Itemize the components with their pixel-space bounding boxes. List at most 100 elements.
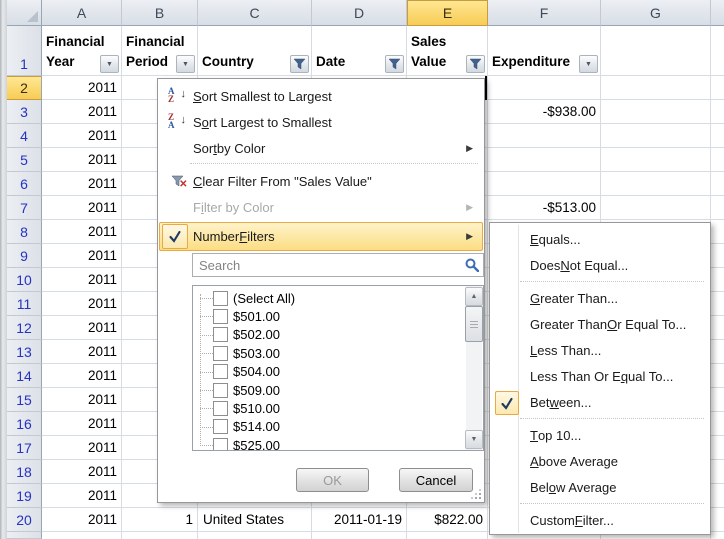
submenu-item-below-average[interactable]: Below Average	[492, 474, 708, 500]
cell-A2[interactable]: 2011	[42, 76, 122, 99]
submenu-item-above-average[interactable]: Above Average	[492, 448, 708, 474]
row-header-6[interactable]: 6	[7, 172, 42, 196]
value-checkbox[interactable]	[213, 346, 228, 361]
submenu-item-equals[interactable]: Equals...	[492, 226, 708, 252]
header-filter-button-D[interactable]	[385, 55, 404, 73]
cell-A3[interactable]: 2011	[42, 100, 122, 123]
header-dropdown-button-A[interactable]: ▼	[100, 55, 119, 73]
cell-A6[interactable]: 2011	[42, 172, 122, 195]
column-header-F[interactable]: F	[488, 0, 601, 26]
list-item[interactable]: $509.00	[193, 381, 466, 399]
row-header-14[interactable]: 14	[7, 364, 42, 388]
cell-A10[interactable]: 2011	[42, 268, 122, 291]
menu-item-sort-smallest-to-largest[interactable]: AZ↓Sort Smallest to Largest	[160, 83, 482, 109]
cell-A20[interactable]: 2011	[42, 508, 122, 531]
row-header-19[interactable]: 19	[7, 484, 42, 508]
submenu-item-less-than-or-equal-to[interactable]: Less Than Or Equal To...	[492, 363, 708, 389]
row-header-20[interactable]: 20	[7, 508, 42, 532]
list-item[interactable]: $514.00	[193, 418, 466, 436]
row-header-5[interactable]: 5	[7, 148, 42, 172]
value-checkbox[interactable]	[213, 327, 228, 342]
cell-A13[interactable]: 2011	[42, 340, 122, 363]
cell-A15[interactable]: 2011	[42, 388, 122, 411]
header-filter-button-E[interactable]	[466, 55, 485, 73]
submenu-item-top-10[interactable]: Top 10...	[492, 422, 708, 448]
column-header-G[interactable]: G	[601, 0, 711, 26]
column-header-B[interactable]: B	[122, 0, 198, 26]
cell-A19[interactable]: 2011	[42, 484, 122, 507]
cell-F3[interactable]: -$938.00	[488, 100, 601, 123]
ok-button[interactable]: OK	[296, 468, 369, 492]
row-header-partial[interactable]	[7, 532, 42, 539]
value-checkbox[interactable]	[213, 309, 228, 324]
cell-A14[interactable]: 2011	[42, 364, 122, 387]
scroll-down-button[interactable]: ▼	[465, 430, 483, 449]
row-header-2[interactable]: 2	[7, 76, 42, 100]
row-header-4[interactable]: 4	[7, 124, 42, 148]
cell-C20[interactable]: United States	[198, 508, 312, 531]
column-header-A[interactable]: A	[42, 0, 122, 26]
row-header-13[interactable]: 13	[7, 340, 42, 364]
cell-A5[interactable]: 2011	[42, 148, 122, 171]
cell-A17[interactable]: 2011	[42, 436, 122, 459]
cancel-button[interactable]: Cancel	[399, 468, 473, 492]
header-dropdown-button-F[interactable]: ▼	[579, 55, 598, 73]
cell-B20[interactable]: 1	[122, 508, 198, 531]
list-item[interactable]: (Select All)	[193, 289, 466, 307]
row-header-15[interactable]: 15	[7, 388, 42, 412]
menu-item-sort-largest-to-smallest[interactable]: ZA↓Sort Largest to Smallest	[160, 109, 482, 135]
header-filter-button-C[interactable]	[290, 55, 309, 73]
value-checkbox[interactable]	[213, 291, 228, 306]
cell-E20[interactable]: $822.00	[407, 508, 488, 531]
value-checkbox[interactable]	[213, 401, 228, 416]
cell-A4[interactable]: 2011	[42, 124, 122, 147]
cell-A11[interactable]: 2011	[42, 292, 122, 315]
cell-A18[interactable]: 2011	[42, 460, 122, 483]
search-icon[interactable]	[465, 258, 479, 272]
header-dropdown-button-B[interactable]: ▼	[176, 55, 195, 73]
submenu-item-does-not-equal[interactable]: Does Not Equal...	[492, 252, 708, 278]
scroll-thumb[interactable]	[465, 306, 483, 342]
row-header-3[interactable]: 3	[7, 100, 42, 124]
select-all-corner[interactable]	[7, 0, 42, 26]
cell-A8[interactable]: 2011	[42, 220, 122, 243]
column-header-E[interactable]: E	[407, 0, 488, 26]
search-input[interactable]	[192, 253, 484, 277]
submenu-item-between[interactable]: Between...	[492, 389, 708, 415]
value-checkbox[interactable]	[213, 438, 228, 451]
submenu-item-greater-than-or-equal-to[interactable]: Greater Than Or Equal To...	[492, 311, 708, 337]
cell-F7[interactable]: -$513.00	[488, 196, 601, 219]
row-header-1[interactable]: 1	[7, 26, 42, 76]
row-header-7[interactable]: 7	[7, 196, 42, 220]
header-cell-F[interactable]: Expenditure	[488, 26, 641, 76]
cell-A7[interactable]: 2011	[42, 196, 122, 219]
column-header-C[interactable]: C	[198, 0, 312, 26]
menu-item-clear-filter[interactable]: ✕Clear Filter From "Sales Value"	[160, 168, 482, 194]
list-item[interactable]: $504.00	[193, 363, 466, 381]
value-checkbox[interactable]	[213, 364, 228, 379]
row-header-10[interactable]: 10	[7, 268, 42, 292]
scroll-up-button[interactable]: ▲	[465, 287, 483, 306]
cell-A12[interactable]: 2011	[42, 316, 122, 339]
list-item[interactable]: $502.00	[193, 326, 466, 344]
list-item[interactable]: $510.00	[193, 399, 466, 417]
column-header-D[interactable]: D	[312, 0, 407, 26]
row-header-18[interactable]: 18	[7, 460, 42, 484]
row-header-8[interactable]: 8	[7, 220, 42, 244]
row-header-16[interactable]: 16	[7, 412, 42, 436]
row-header-11[interactable]: 11	[7, 292, 42, 316]
menu-item-sort-by-color[interactable]: Sort by Color▶	[160, 135, 482, 161]
submenu-item-greater-than[interactable]: Greater Than...	[492, 285, 708, 311]
submenu-item-custom-filter[interactable]: Custom Filter...	[492, 507, 708, 533]
submenu-item-less-than[interactable]: Less Than...	[492, 337, 708, 363]
value-checkbox[interactable]	[213, 419, 228, 434]
row-header-9[interactable]: 9	[7, 244, 42, 268]
list-item[interactable]: $525.00	[193, 436, 466, 451]
cell-A16[interactable]: 2011	[42, 412, 122, 435]
row-header-12[interactable]: 12	[7, 316, 42, 340]
menu-item-filter-by-color[interactable]: Filter by Color▶	[160, 194, 482, 220]
cell-D20[interactable]: 2011-01-19	[312, 508, 407, 531]
resize-grip-icon[interactable]	[472, 490, 482, 500]
list-item[interactable]: $501.00	[193, 307, 466, 325]
column-header-partial[interactable]	[711, 0, 724, 26]
